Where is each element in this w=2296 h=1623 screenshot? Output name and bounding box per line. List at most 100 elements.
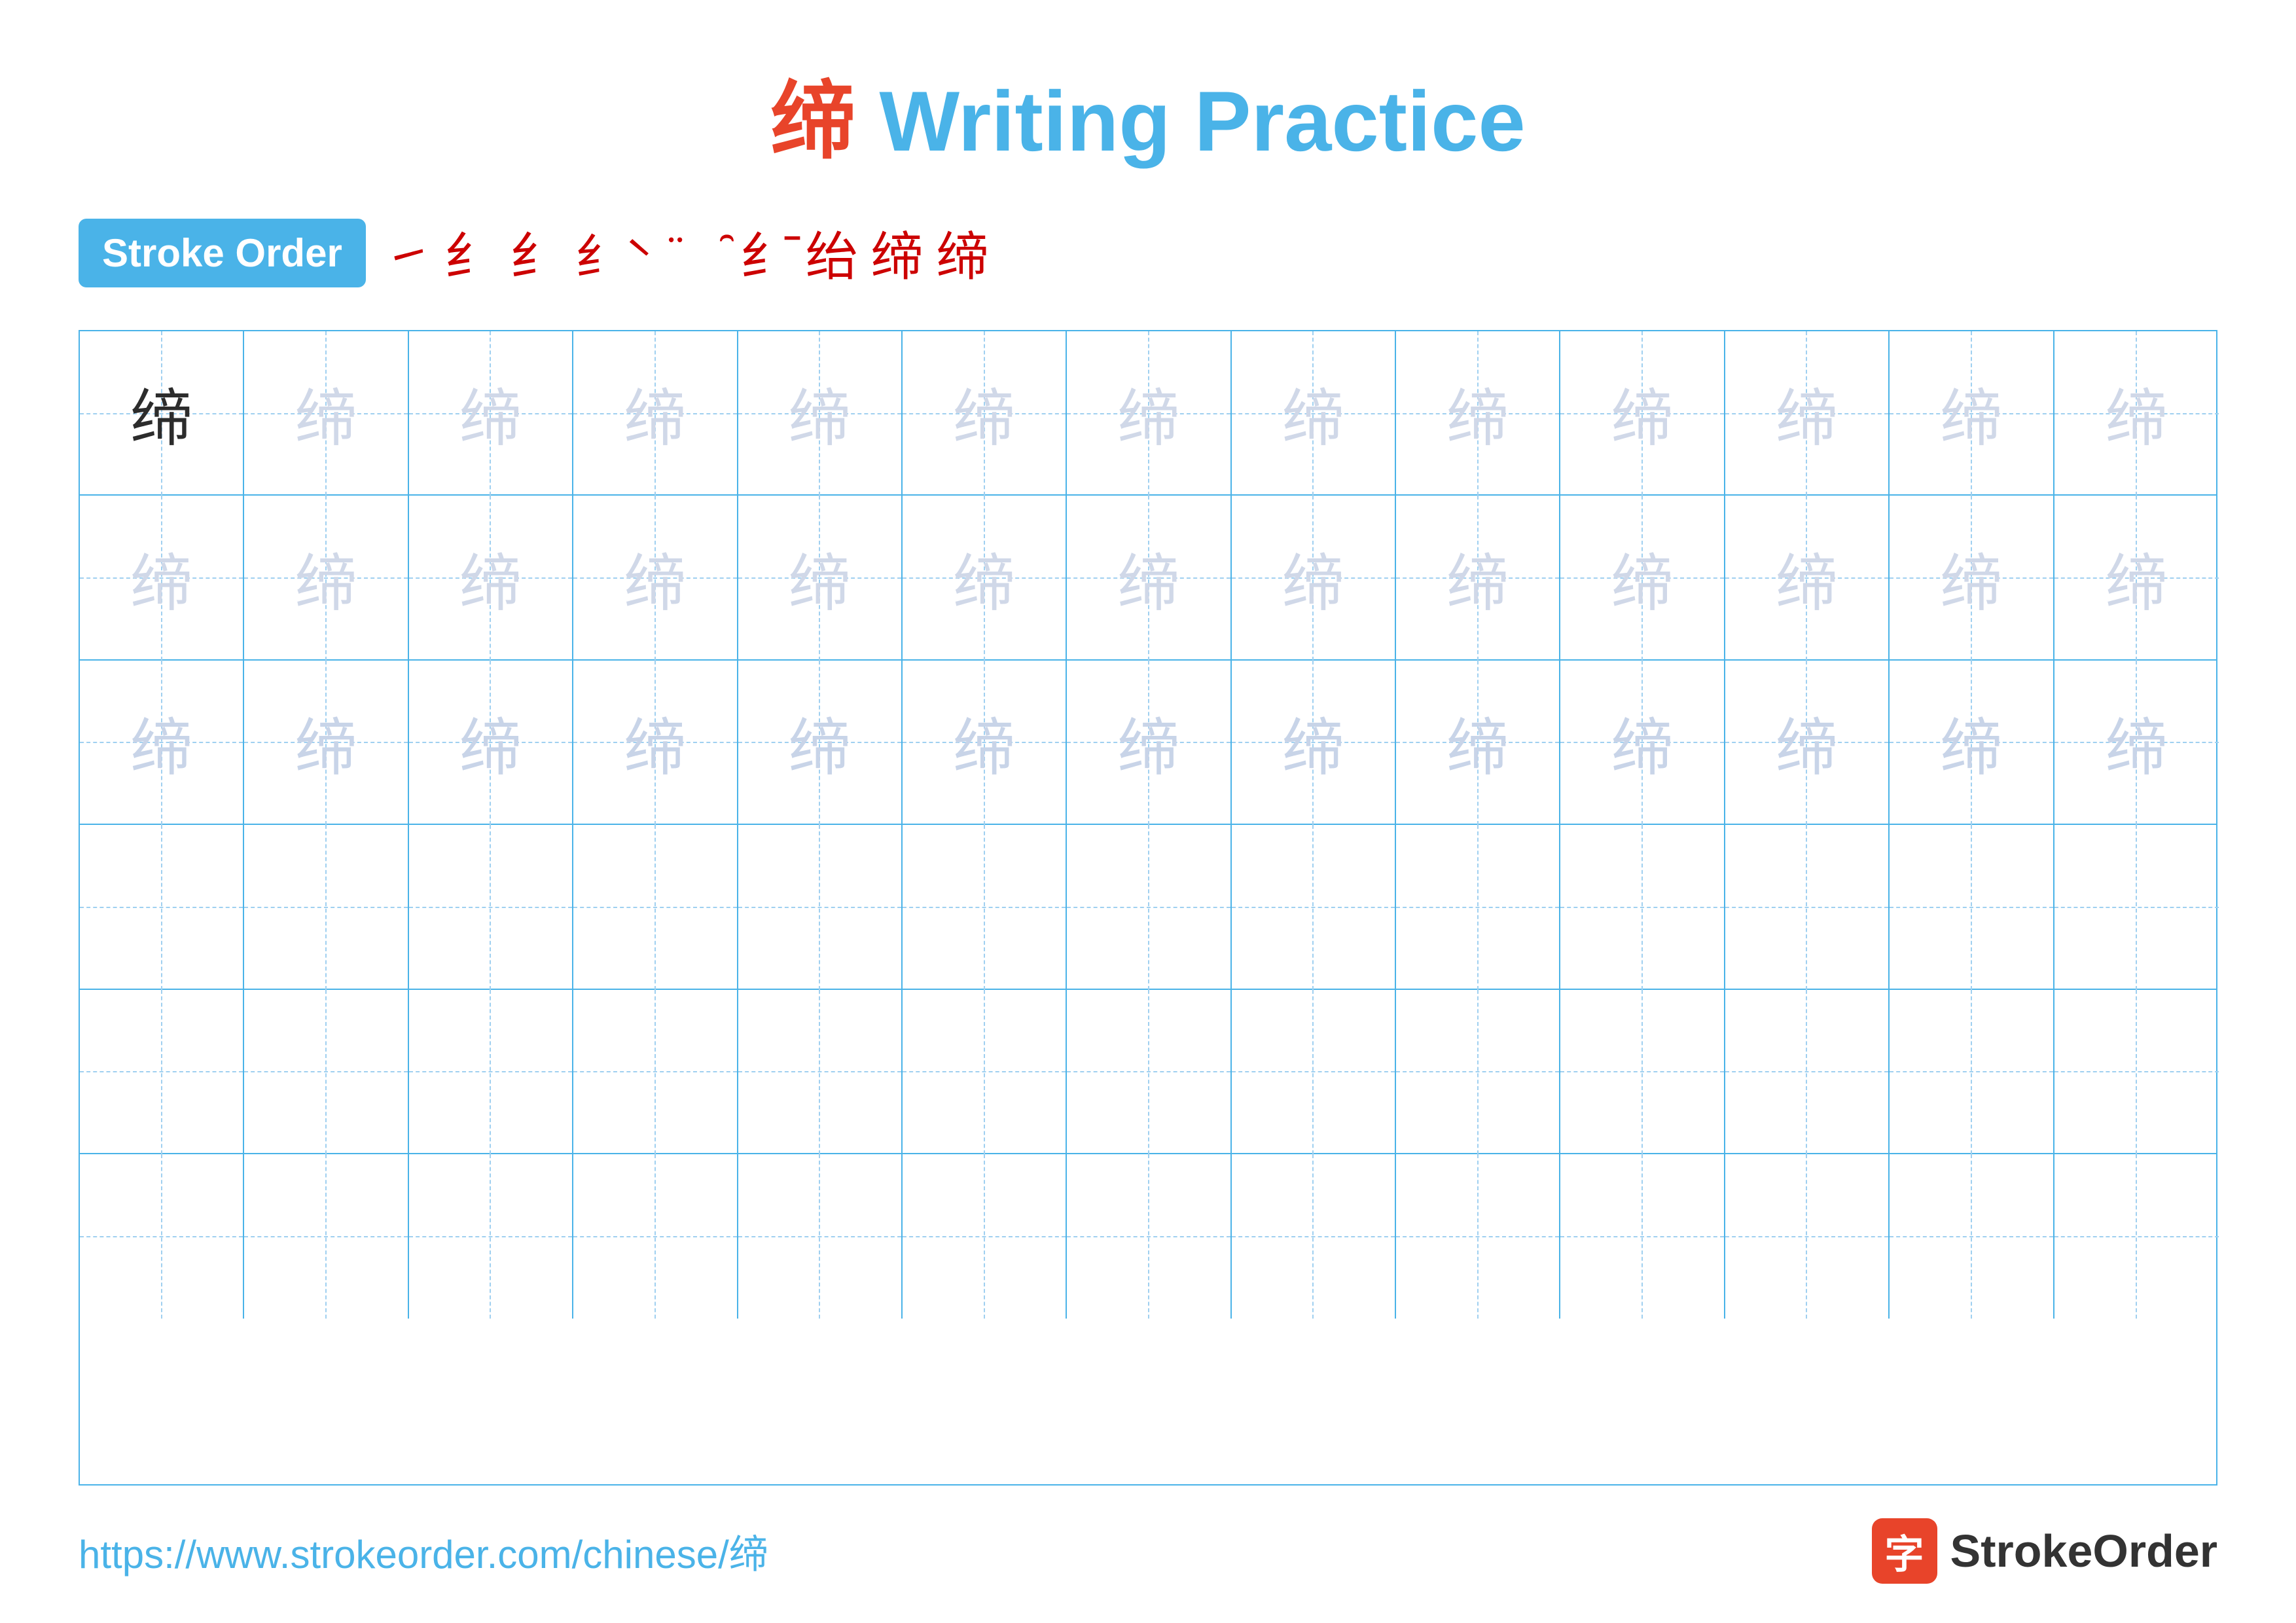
grid-cell[interactable]: 缔 — [409, 496, 573, 660]
practice-char: 缔 — [2106, 698, 2168, 788]
grid-cell[interactable]: 缔 — [409, 331, 573, 496]
grid-cell[interactable] — [1890, 825, 2054, 989]
grid-cell[interactable] — [1396, 825, 1560, 989]
grid-cell[interactable]: 缔 — [1725, 331, 1890, 496]
grid-cell[interactable]: 缔 — [2054, 661, 2219, 825]
grid-cell[interactable]: 缔 — [1232, 496, 1396, 660]
grid-cell[interactable] — [409, 990, 573, 1154]
grid-cell[interactable] — [1725, 990, 1890, 1154]
grid-cell[interactable]: 缔 — [80, 331, 244, 496]
grid-cell[interactable]: 缔 — [1725, 661, 1890, 825]
grid-cell[interactable]: 缔 — [1232, 661, 1396, 825]
grid-cell[interactable]: 缔 — [1890, 331, 2054, 496]
grid-cell[interactable]: 缔 — [1560, 496, 1725, 660]
grid-cell[interactable] — [80, 825, 244, 989]
grid-cell[interactable] — [2054, 990, 2219, 1154]
grid-cell[interactable] — [903, 990, 1067, 1154]
grid-cell[interactable] — [738, 1154, 903, 1319]
grid-cell[interactable] — [2054, 1154, 2219, 1319]
grid-cell[interactable]: 缔 — [1560, 661, 1725, 825]
grid-cell[interactable]: 缔 — [1396, 331, 1560, 496]
practice-char: 缔 — [1611, 534, 1674, 623]
grid-cell[interactable]: 缔 — [1396, 496, 1560, 660]
practice-char: 缔 — [1611, 698, 1674, 788]
grid-cell[interactable]: 缔 — [1067, 496, 1231, 660]
grid-cell[interactable]: 缔 — [1560, 331, 1725, 496]
grid-row-2: 缔 缔 缔 缔 缔 缔 缔 缔 缔 缔 缔 缔 缔 — [80, 496, 2216, 660]
grid-cell[interactable] — [1396, 1154, 1560, 1319]
grid-cell[interactable]: 缔 — [2054, 496, 2219, 660]
grid-cell[interactable]: 缔 — [1890, 496, 2054, 660]
grid-cell[interactable]: 缔 — [903, 496, 1067, 660]
stroke-1: ㇀ — [386, 220, 431, 286]
grid-cell[interactable] — [409, 1154, 573, 1319]
practice-char: 缔 — [1776, 369, 1838, 458]
grid-cell[interactable] — [409, 825, 573, 989]
grid-cell[interactable] — [738, 825, 903, 989]
grid-cell[interactable]: 缔 — [1725, 496, 1890, 660]
grid-cell[interactable]: 缔 — [573, 496, 738, 660]
grid-cell[interactable] — [573, 825, 738, 989]
practice-char: 缔 — [295, 369, 357, 458]
footer-url[interactable]: https://www.strokeorder.com/chinese/缔 — [79, 1523, 768, 1580]
grid-cell[interactable] — [1725, 1154, 1890, 1319]
grid-cell[interactable] — [573, 990, 738, 1154]
practice-char: 缔 — [459, 698, 522, 788]
grid-cell[interactable] — [1232, 825, 1396, 989]
grid-cell[interactable]: 缔 — [1232, 331, 1396, 496]
grid-cell[interactable]: 缔 — [244, 331, 408, 496]
grid-cell[interactable] — [1232, 1154, 1396, 1319]
footer-url-text: https://www.strokeorder.com/chinese/缔 — [79, 1533, 768, 1577]
grid-cell[interactable] — [1560, 1154, 1725, 1319]
grid-cell[interactable] — [1232, 990, 1396, 1154]
grid-cell[interactable]: 缔 — [903, 331, 1067, 496]
grid-cell[interactable]: 缔 — [573, 331, 738, 496]
grid-cell[interactable]: 缔 — [903, 661, 1067, 825]
grid-cell[interactable]: 缔 — [573, 661, 738, 825]
grid-cell[interactable] — [244, 1154, 408, 1319]
practice-char: 缔 — [295, 534, 357, 623]
grid-cell[interactable]: 缔 — [738, 331, 903, 496]
grid-cell[interactable] — [2054, 825, 2219, 989]
grid-cell[interactable]: 缔 — [2054, 331, 2219, 496]
grid-cell[interactable] — [573, 1154, 738, 1319]
grid-cell[interactable] — [244, 825, 408, 989]
practice-char: 缔 — [1446, 534, 1509, 623]
grid-cell[interactable]: 缔 — [80, 496, 244, 660]
grid-cell[interactable] — [1067, 1154, 1231, 1319]
grid-cell[interactable]: 缔 — [409, 661, 573, 825]
grid-cell[interactable] — [1067, 825, 1231, 989]
grid-cell[interactable]: 缔 — [244, 661, 408, 825]
footer-logo-char: 字 — [1885, 1523, 1924, 1580]
grid-cell[interactable]: 缔 — [1067, 331, 1231, 496]
grid-cell[interactable] — [80, 1154, 244, 1319]
practice-char: 缔 — [624, 698, 686, 788]
grid-cell[interactable] — [903, 1154, 1067, 1319]
grid-cell[interactable] — [1560, 825, 1725, 989]
stroke-9: 缔 — [871, 215, 924, 291]
grid-cell[interactable] — [1560, 990, 1725, 1154]
grid-cell[interactable]: 缔 — [1067, 661, 1231, 825]
grid-row-5 — [80, 990, 2216, 1154]
stroke-4: 纟̀ — [575, 217, 624, 289]
grid-cell[interactable]: 缔 — [1890, 661, 2054, 825]
grid-cell[interactable] — [1890, 1154, 2054, 1319]
grid-cell[interactable] — [1890, 990, 2054, 1154]
practice-char: 缔 — [1117, 698, 1179, 788]
grid-cell[interactable]: 缔 — [738, 496, 903, 660]
grid-cell[interactable]: 缔 — [244, 496, 408, 660]
practice-grid: 缔 缔 缔 缔 缔 缔 缔 缔 缔 缔 缔 缔 缔 缔 缔 缔 缔 缔 缔 缔 … — [79, 330, 2217, 1486]
grid-cell[interactable] — [1067, 990, 1231, 1154]
grid-cell[interactable] — [1396, 990, 1560, 1154]
grid-cell[interactable] — [80, 990, 244, 1154]
stroke-10: 缔 — [937, 215, 989, 291]
grid-cell[interactable]: 缔 — [80, 661, 244, 825]
grid-cell[interactable] — [244, 990, 408, 1154]
grid-cell[interactable]: 缔 — [1396, 661, 1560, 825]
grid-cell[interactable] — [1725, 825, 1890, 989]
grid-cell[interactable] — [903, 825, 1067, 989]
title-suffix: Writing Practice — [855, 73, 1525, 169]
grid-cell[interactable]: 缔 — [738, 661, 903, 825]
grid-cell[interactable] — [738, 990, 903, 1154]
practice-char: 缔 — [1940, 534, 2002, 623]
